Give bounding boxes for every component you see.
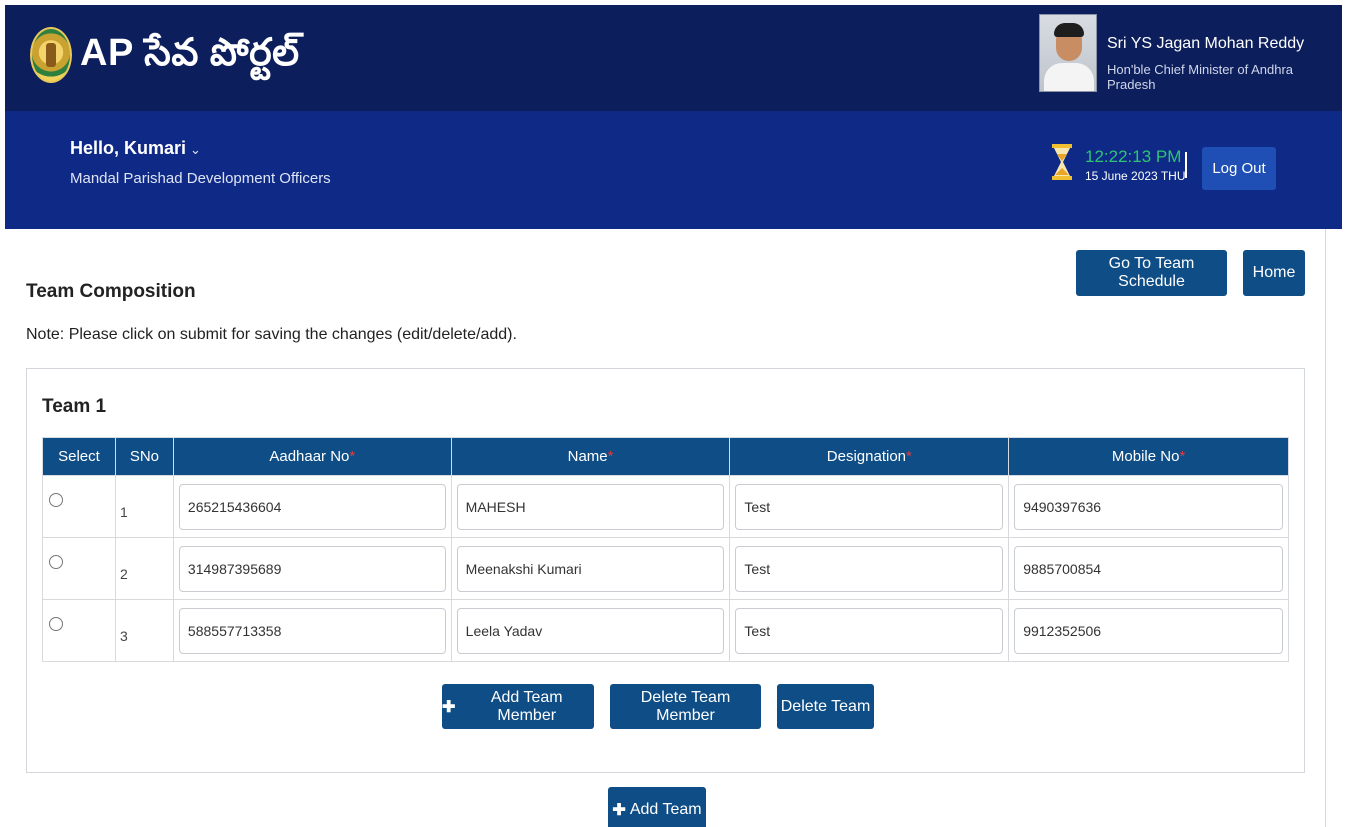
col-label-designation: Designation <box>826 448 906 465</box>
chevron-down-icon: ⌄ <box>190 142 201 157</box>
select-cell <box>42 475 116 538</box>
app-title: AP సేవ పోర్టల్ <box>80 32 300 74</box>
sno-cell: 1 <box>114 475 174 538</box>
hourglass-icon <box>1052 144 1072 180</box>
plus-icon: ✚ <box>442 698 456 716</box>
name-input[interactable] <box>456 483 725 530</box>
home-button[interactable]: Home <box>1243 250 1305 296</box>
delete-team-member-button[interactable]: Delete Team Member <box>610 684 761 729</box>
name-input[interactable] <box>456 545 725 592</box>
designation-input[interactable] <box>735 607 1004 654</box>
row-select-radio[interactable] <box>49 555 63 569</box>
state-emblem-icon <box>30 27 72 83</box>
row-select-radio[interactable] <box>49 493 63 507</box>
chief-minister-name: Sri YS Jagan Mohan Reddy <box>1107 35 1305 52</box>
go-to-team-schedule-button[interactable]: Go To Team Schedule <box>1076 250 1227 296</box>
col-header-name: Name* <box>450 437 731 476</box>
mobile-cell <box>1008 475 1289 538</box>
name-cell <box>450 537 731 600</box>
sno-cell: 2 <box>114 537 174 600</box>
team-title: Team 1 <box>42 396 107 417</box>
divider <box>1185 152 1187 178</box>
greeting-text: Hello, Kumari <box>70 138 187 158</box>
mobile-input[interactable] <box>1014 483 1283 530</box>
table-row: 2 <box>42 537 1289 600</box>
logout-button[interactable]: Log Out <box>1202 147 1276 190</box>
clock-date: 15 June 2023 THU <box>1085 169 1186 183</box>
add-team-member-label: Add Team Member <box>490 688 563 724</box>
designation-input[interactable] <box>735 483 1004 530</box>
col-label-name: Name <box>567 448 608 465</box>
save-note: Note: Please click on submit for saving … <box>26 326 517 343</box>
top-header: AP సేవ పోర్టల్ Sri YS Jagan Mohan Reddy … <box>5 5 1342 111</box>
team-card: Team 1 Select SNo Aadhaar No* Name* Desi… <box>26 368 1305 773</box>
aadhaar-cell <box>172 537 452 600</box>
table-row: 1 <box>42 475 1289 538</box>
photo-shirt <box>1044 63 1094 91</box>
designation-input[interactable] <box>735 545 1004 592</box>
user-role: Mandal Parishad Development Officers <box>70 170 331 187</box>
aadhaar-cell <box>172 599 452 662</box>
aadhaar-cell <box>172 475 452 538</box>
mobile-input[interactable] <box>1014 607 1283 654</box>
plus-icon: ✚ <box>612 801 626 819</box>
mobile-cell <box>1008 537 1289 600</box>
required-mark: * <box>349 448 356 465</box>
name-input[interactable] <box>456 607 725 654</box>
required-mark: * <box>607 448 614 465</box>
col-label-aadhaar: Aadhaar No <box>269 448 350 465</box>
photo-hair <box>1054 23 1084 37</box>
required-mark: * <box>906 448 912 465</box>
table-header-row: Select SNo Aadhaar No* Name* Designation… <box>42 437 1289 476</box>
col-header-designation: Designation* <box>729 437 1010 476</box>
user-menu[interactable]: Hello, Kumari ⌄ <box>70 138 201 159</box>
add-team-label: Add Team <box>629 800 702 818</box>
col-header-aadhaar: Aadhaar No* <box>172 437 452 476</box>
name-cell <box>450 599 731 662</box>
mobile-cell <box>1008 599 1289 662</box>
chief-minister-role: Hon'ble Chief Minister of Andhra Pradesh <box>1107 62 1294 92</box>
aadhaar-input[interactable] <box>178 483 446 530</box>
page-title: Team Composition <box>26 281 196 302</box>
col-header-select: Select <box>42 437 116 476</box>
col-header-mobile: Mobile No* <box>1008 437 1289 476</box>
delete-team-button[interactable]: Delete Team <box>777 684 874 729</box>
col-header-sno: SNo <box>114 437 174 476</box>
mobile-input[interactable] <box>1014 545 1283 592</box>
designation-cell <box>729 537 1010 600</box>
col-label-mobile: Mobile No <box>1111 448 1180 465</box>
aadhaar-input[interactable] <box>178 545 446 592</box>
designation-cell <box>729 475 1010 538</box>
page-frame: AP సేవ పోర్టల్ Sri YS Jagan Mohan Reddy … <box>5 5 1342 827</box>
aadhaar-input[interactable] <box>178 607 446 654</box>
team-member-table: Select SNo Aadhaar No* Name* Designation… <box>42 437 1289 662</box>
chief-minister-photo <box>1039 14 1097 92</box>
row-select-radio[interactable] <box>49 617 63 631</box>
user-bar: Hello, Kumari ⌄ Mandal Parishad Developme… <box>5 111 1342 229</box>
clock-time: 12:22:13 PM <box>1085 147 1182 166</box>
select-cell <box>42 599 116 662</box>
add-team-member-button[interactable]: ✚ Add Team Member <box>442 684 594 729</box>
table-row: 3 <box>42 599 1289 662</box>
name-cell <box>450 475 731 538</box>
required-mark: * <box>1179 448 1186 465</box>
page-edge-line <box>1325 229 1326 827</box>
sno-cell: 3 <box>114 599 174 662</box>
add-team-button[interactable]: ✚ Add Team <box>608 787 706 827</box>
designation-cell <box>729 599 1010 662</box>
select-cell <box>42 537 116 600</box>
